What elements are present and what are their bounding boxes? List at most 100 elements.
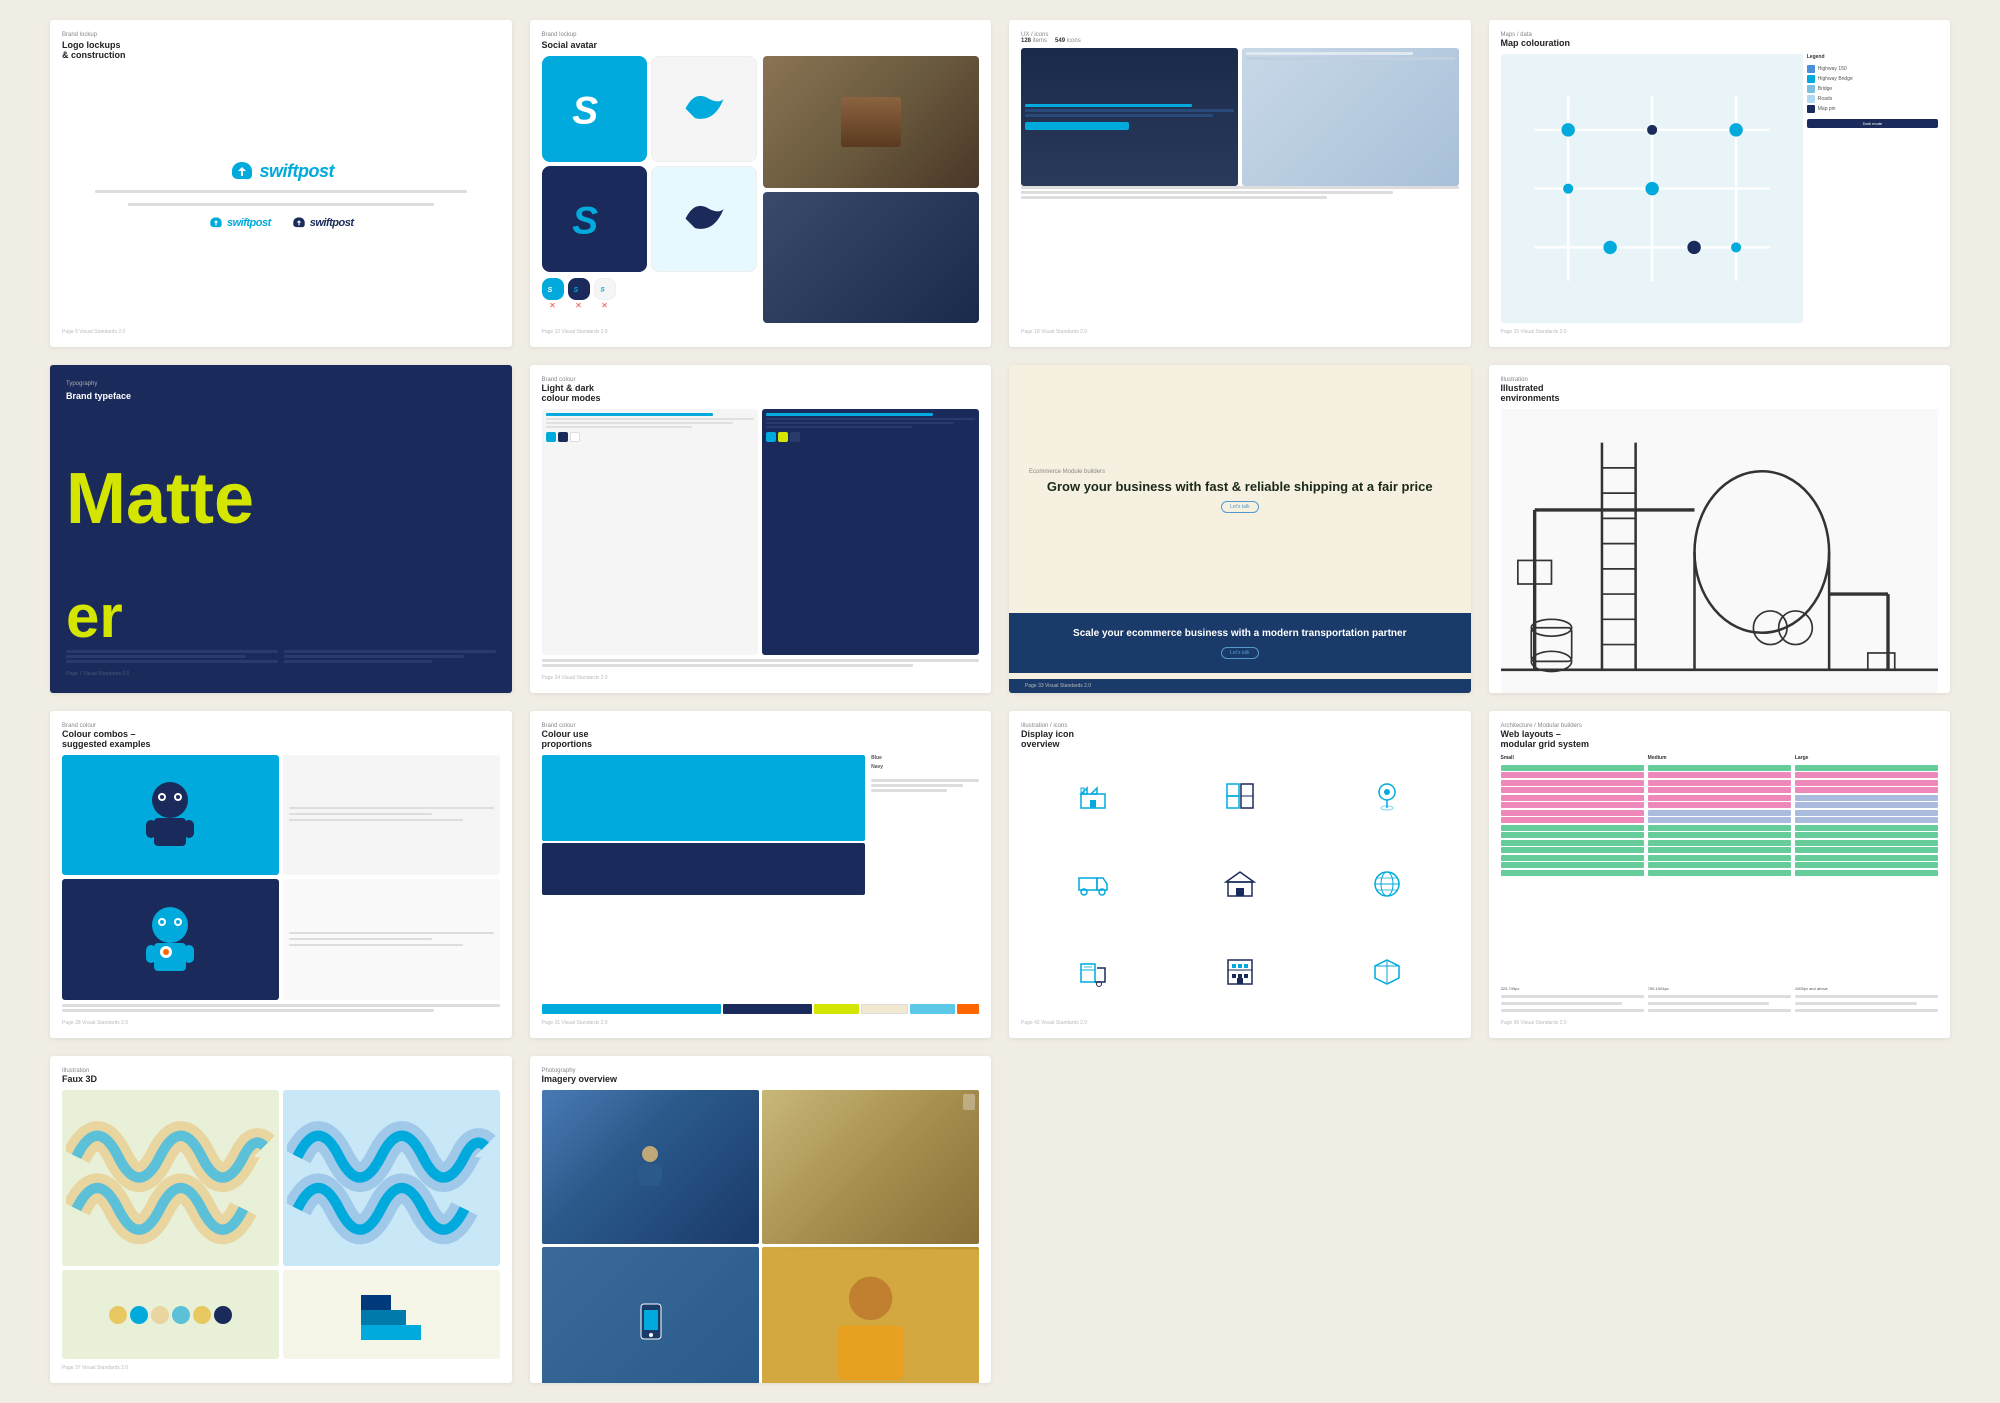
svg-text:S: S <box>573 199 599 242</box>
combo-grid <box>62 755 500 1000</box>
avatar-s-dark-icon: S <box>565 190 623 248</box>
grid-bar-m-14 <box>1648 862 1791 868</box>
legend-color-2 <box>1807 75 1815 83</box>
desc-line <box>284 655 464 658</box>
globe-icon <box>1371 868 1403 900</box>
combo-desc-2 <box>289 813 432 815</box>
light-swatches <box>546 432 755 442</box>
card-colour-combos[interactable]: Brand colour Colour combos –suggested ex… <box>50 711 512 1038</box>
card-brand-typeface[interactable]: Typography Brand typeface Matte er Page … <box>50 365 512 692</box>
prop-label-1: Blue <box>871 755 979 761</box>
light-bar-2 <box>546 418 755 420</box>
grow-sub-cta[interactable]: Let's talk <box>1221 647 1259 659</box>
grid-bars-medium <box>1648 765 1791 981</box>
swiftpost-logo-main: swiftpost <box>228 160 335 182</box>
grid-bar-l-14 <box>1795 862 1938 868</box>
ui-light-bar-2 <box>1246 57 1455 60</box>
card-2-label: Brand lockup <box>542 32 980 38</box>
avatar-xs-dark-icon: S <box>572 283 584 295</box>
card-web-layouts[interactable]: Architecture / Modular builders Web layo… <box>1489 711 1951 1038</box>
avatar-xs-icon: S <box>546 283 558 295</box>
photo-3-inner <box>542 1247 759 1383</box>
desc-line <box>1021 196 1327 199</box>
icon-cell-globe <box>1369 866 1405 902</box>
desc-line <box>62 1009 434 1012</box>
grow-bottom-section: Scale your ecommerce business with a mod… <box>1009 613 1471 673</box>
grid-size-small: 320-749px <box>1501 986 1644 991</box>
grid-label-large: Large <box>1795 755 1938 761</box>
card-colour-proportions[interactable]: Brand colour Colour useproportions Blue … <box>530 711 992 1038</box>
logo-display-area: swiftpost swiftpost swiftpost <box>62 66 500 323</box>
avatar-icon-4 <box>651 166 757 272</box>
avatar-x-1: S ✕ <box>542 278 564 310</box>
combo-legend-4 <box>289 932 494 948</box>
card-10-footer: Page 31 Visual Standards 2.0 <box>542 1020 980 1026</box>
grid-bar-m-8 <box>1648 817 1791 823</box>
grid-bar-m-13 <box>1648 855 1791 861</box>
light-dark-content <box>542 409 980 654</box>
card-6-footer: Page 24 Visual Standards 2.0 <box>542 675 980 681</box>
grid-bar-s-3 <box>1501 780 1644 786</box>
main-swatch-yellow <box>814 1004 859 1014</box>
icon-cell-truck <box>1075 866 1111 902</box>
card-light-dark[interactable]: Brand colour Light & darkcolour modes <box>530 365 992 692</box>
card-ui-items[interactable]: UX / icons 128 items 549 icons <box>1009 20 1471 347</box>
icon-cell-building <box>1222 954 1258 990</box>
card-social-avatar[interactable]: Brand lockup Social avatar S S <box>530 20 992 347</box>
boxes-icon <box>1224 780 1256 812</box>
card-map-colouration[interactable]: Maps / data Map colouration <box>1489 20 1951 347</box>
typeface-desc <box>66 650 496 665</box>
card-imagery-overview[interactable]: Photography Imagery overview <box>530 1056 992 1383</box>
desc-line <box>1648 1002 1770 1005</box>
combo-cell-4 <box>283 879 500 1000</box>
grid-bar-l-2 <box>1795 772 1938 778</box>
card-grow-business[interactable]: Ecommerce Module builders Grow your busi… <box>1009 365 1471 692</box>
grid-bar-m-9 <box>1648 825 1791 831</box>
avatar-content: S S <box>542 56 980 323</box>
grid-bar-l-8 <box>1795 817 1938 823</box>
grid-bars-large <box>1795 765 1938 981</box>
swiftpost-logo-variants: swiftpost swiftpost <box>208 216 354 229</box>
svg-text:S: S <box>548 287 553 294</box>
typeface-display: Matte <box>66 409 496 589</box>
dark-swatch-yellow <box>778 432 788 442</box>
imagery-photo-2 <box>762 1090 979 1244</box>
imagery-photo-3 <box>542 1247 759 1383</box>
grid-bar-l-5 <box>1795 795 1938 801</box>
desc-line <box>95 190 467 193</box>
desc-line <box>542 664 914 667</box>
ui-dark-content <box>1025 104 1234 130</box>
avatar-photos <box>763 56 979 323</box>
grid-col-large: Large 100 <box>1795 755 1938 1014</box>
ui-bar-2 <box>1025 109 1234 112</box>
card-illustrated-environments[interactable]: Illustration Illustratedenvironments <box>1489 365 1951 692</box>
truck-icon <box>1077 868 1109 900</box>
desc-line <box>542 659 980 662</box>
avatar-x-3: S ✕ <box>594 278 616 310</box>
card-logo-lockups[interactable]: Brand lockup Logo lockups& construction … <box>50 20 512 347</box>
faux-circle-5 <box>193 1306 211 1324</box>
person-icon-1 <box>630 1142 670 1192</box>
icon-cell-warehouse <box>1222 866 1258 902</box>
card-8-title: Illustratedenvironments <box>1501 383 1939 403</box>
card-faux-3d[interactable]: Illustration Faux 3D <box>50 1056 512 1383</box>
faux-3d-grid <box>62 1090 500 1359</box>
typeface-desc-2 <box>284 650 496 665</box>
desc-line <box>66 650 278 653</box>
typeface-desc-1 <box>66 650 278 665</box>
stat-2-val: 549 <box>1055 38 1065 44</box>
dark-bar-1 <box>766 413 933 416</box>
grid-bar-l-10 <box>1795 832 1938 838</box>
grid-bar-m-1 <box>1648 765 1791 771</box>
grid-bar-s-2 <box>1501 772 1644 778</box>
ui-light-content <box>1242 48 1459 186</box>
card-11-title: Display iconoverview <box>1021 729 1459 749</box>
grid-bar-s-10 <box>1501 832 1644 838</box>
desc-line <box>284 650 496 653</box>
ui-screenshot-light <box>1242 48 1459 186</box>
grid-bar-s-6 <box>1501 802 1644 808</box>
card-display-icons[interactable]: Illustration / icons Display iconovervie… <box>1009 711 1471 1038</box>
card-2-footer: Page 12 Visual Standards 2.0 <box>542 329 980 335</box>
grid-bar-s-1 <box>1501 765 1644 771</box>
grow-cta-btn[interactable]: Let's talk <box>1221 501 1259 513</box>
